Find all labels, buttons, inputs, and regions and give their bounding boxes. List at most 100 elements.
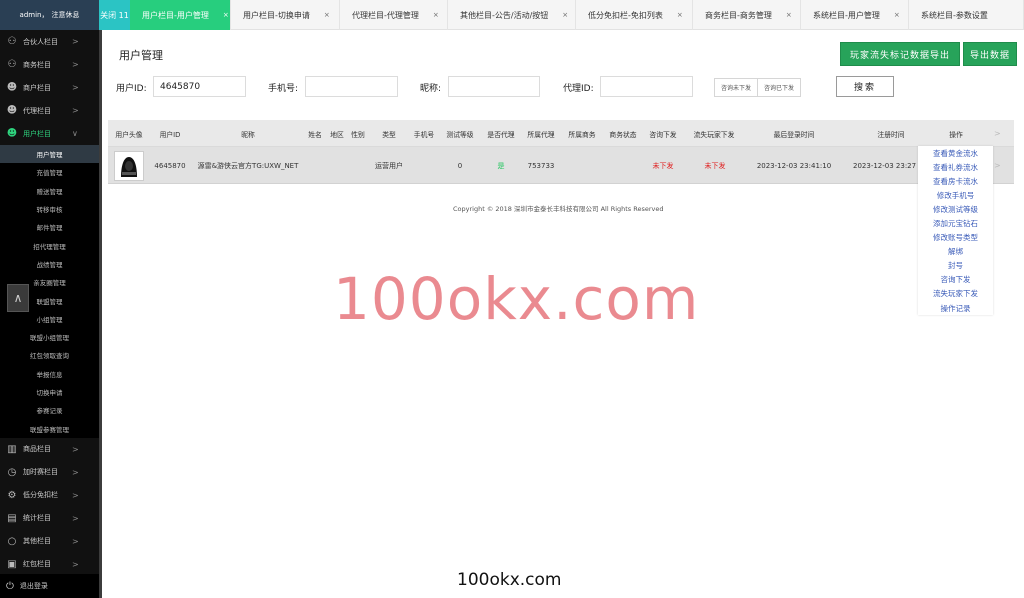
col-business-status: 商务状态 (609, 130, 637, 139)
chevron-up-icon: ∧ (13, 291, 23, 305)
sidebar-item[interactable]: 举报信息 (0, 365, 99, 383)
sidebar-item[interactable]: 联盟参赛管理 (0, 419, 99, 437)
close-icon[interactable]: × (562, 11, 568, 19)
close-icon[interactable]: × (433, 11, 439, 19)
sidebar-group-merchant[interactable]: ☻ 商户栏目 > (0, 76, 99, 99)
sidebar-item[interactable]: 赠送管理 (0, 182, 99, 200)
sidebar-item[interactable]: 邮件管理 (0, 218, 99, 236)
action-edit-account-type[interactable]: 修改账号类型 (918, 231, 993, 245)
sidebar-group-overtime[interactable]: ◷ 加时赛栏目 > (0, 461, 99, 484)
sidebar-item[interactable]: 红包领取查询 (0, 346, 99, 364)
sidebar-item[interactable]: 联盟小组管理 (0, 328, 99, 346)
sidebar-group-partner[interactable]: ⚇ 合伙人栏目 > (0, 30, 99, 53)
user-id-input[interactable]: 4645870 (153, 76, 246, 97)
action-ban[interactable]: 封号 (918, 259, 993, 273)
sidebar-group-goods[interactable]: ▥ 商品栏目 > (0, 438, 99, 461)
sidebar-item[interactable]: 参赛记录 (0, 401, 99, 419)
sidebar-group-stats[interactable]: ▤ 统计栏目 > (0, 507, 99, 530)
action-coupon-flow[interactable]: 查看礼券流水 (918, 160, 993, 174)
chat-icon: ○ (7, 535, 17, 547)
tab-agent-management[interactable]: 代理栏目-代理管理 × (340, 0, 448, 30)
consult-status-toggle[interactable]: 咨询未下发 咨询已下发 (714, 78, 802, 97)
col-test-level: 测试等级 (446, 130, 474, 139)
sidebar-group-business[interactable]: ⚇ 商务栏目 > (0, 53, 99, 76)
chevron-right-icon: > (72, 106, 79, 115)
sidebar-group-redpacket[interactable]: ▣ 红包栏目 > (0, 553, 99, 576)
sidebar-item[interactable]: 充值管理 (0, 163, 99, 181)
sidebar-item[interactable]: 转移审核 (0, 200, 99, 218)
close-tabs-button[interactable]: 关闭 11 (99, 0, 130, 30)
user-icon: ☻ (6, 105, 18, 116)
sidebar-item[interactable]: 招代理管理 (0, 236, 99, 254)
page-title: 用户管理 (119, 49, 163, 62)
gift-icon: ▣ (7, 558, 17, 570)
chevron-right-icon: > (72, 490, 79, 500)
consult-sent-option[interactable]: 咨询已下发 (757, 79, 800, 96)
users-icon: ⚇ (7, 36, 17, 47)
sidebar-item[interactable]: 切换申请 (0, 383, 99, 401)
nickname-input[interactable] (448, 76, 540, 97)
table-row[interactable]: 4645870 源雷&游侠云官方TG:UXW_NET 运营用户 0 是 7537… (108, 147, 1014, 184)
sidebar-item-user-management[interactable]: 用户管理 (0, 145, 99, 164)
action-lost-player-send[interactable]: 流失玩家下发 (918, 287, 993, 301)
phone-input[interactable] (305, 76, 398, 97)
close-icon[interactable]: × (223, 11, 229, 19)
tab-deduct-list[interactable]: 低分免扣栏-免扣列表 × (576, 0, 693, 30)
action-roomcard-flow[interactable]: 查看房卡流水 (918, 174, 993, 188)
close-icon[interactable]: × (677, 11, 683, 19)
col-consult: 咨询下发 (649, 130, 677, 139)
action-consult-send[interactable]: 咨询下发 (918, 273, 993, 287)
action-gold-flow[interactable]: 查看黄金流水 (918, 146, 993, 160)
export-data-button[interactable]: 导出数据 (963, 42, 1017, 66)
search-button[interactable]: 搜索 (836, 76, 894, 97)
logout-button[interactable]: ⏻ 退出登录 (0, 574, 99, 598)
col-gender: 性别 (351, 130, 365, 139)
chevron-right-icon[interactable]: > (994, 120, 1001, 147)
chevron-right-icon: > (72, 513, 79, 523)
close-icon[interactable]: × (786, 11, 792, 19)
action-edit-phone[interactable]: 修改手机号 (918, 188, 993, 202)
admin-status: admin， 注意休息 (0, 0, 99, 30)
chevron-right-icon: > (72, 467, 79, 477)
tab-other-notice[interactable]: 其他栏目-公告/活动/按钮 × (448, 0, 576, 30)
scroll-up-button[interactable]: ∧ (7, 284, 29, 312)
watermark-large: 100okx.com (333, 265, 700, 333)
clock-icon: ◷ (7, 466, 17, 478)
sidebar-item[interactable]: 战绩管理 (0, 255, 99, 273)
power-icon: ⏻ (6, 580, 14, 592)
tab-system-params[interactable]: 系统栏目-参数设置 (909, 0, 1024, 30)
action-edit-test-level[interactable]: 修改测试等级 (918, 202, 993, 216)
chevron-right-icon: > (72, 83, 79, 92)
action-add-diamond[interactable]: 添加元宝钻石 (918, 216, 993, 230)
tab-user-management[interactable]: 用户栏目-用户管理 × (130, 0, 231, 30)
col-phone: 手机号 (413, 130, 435, 139)
user-icon: ☻ (6, 82, 18, 93)
col-agent: 所属代理 (527, 130, 555, 139)
sidebar-item[interactable]: 小组管理 (0, 310, 99, 328)
sidebar-group-deduct[interactable]: ⚙ 低分免扣栏 > (0, 484, 99, 507)
actions-menu: 查看黄金流水 查看礼券流水 查看房卡流水 修改手机号 修改测试等级 添加元宝钻石… (918, 146, 993, 316)
sidebar-group-other[interactable]: ○ 其他栏目 > (0, 530, 99, 553)
bag-icon: ▥ (7, 443, 17, 455)
col-lost-player: 流失玩家下发 (693, 130, 735, 139)
export-lost-players-button[interactable]: 玩家流失标记数据导出 (840, 42, 960, 66)
logout-link[interactable]: 注意休息 (51, 10, 79, 20)
close-icon[interactable]: × (894, 11, 900, 19)
sidebar-group-agent[interactable]: ☻ 代理栏目 > (0, 99, 99, 122)
sidebar-group-users[interactable]: ☻ 用户栏目 ∨ (0, 122, 99, 145)
consult-not-sent-option[interactable]: 咨询未下发 (715, 79, 757, 96)
gear-icon: ⚙ (7, 489, 17, 501)
action-operation-log[interactable]: 操作记录 (918, 301, 993, 315)
chevron-right-icon[interactable]: > (994, 147, 1001, 184)
tab-business-management[interactable]: 商务栏目-商务管理 × (693, 0, 801, 30)
agent-id-input[interactable] (600, 76, 693, 97)
close-icon[interactable]: × (324, 11, 330, 19)
sidebar-scrollbar[interactable] (99, 30, 102, 598)
chevron-right-icon: > (72, 60, 79, 69)
user-id-label: 用户ID: (116, 84, 147, 94)
chevron-right-icon: > (72, 37, 79, 46)
sidebar: ⚇ 合伙人栏目 > ⚇ 商务栏目 > ☻ 商户栏目 > ☻ 代理栏目 > ☻ 用… (0, 30, 99, 598)
tab-system-users[interactable]: 系统栏目-用户管理 × (801, 0, 909, 30)
tab-switch-request[interactable]: 用户栏目-切换申请 × (231, 0, 340, 30)
action-unbind[interactable]: 解绑 (918, 245, 993, 259)
